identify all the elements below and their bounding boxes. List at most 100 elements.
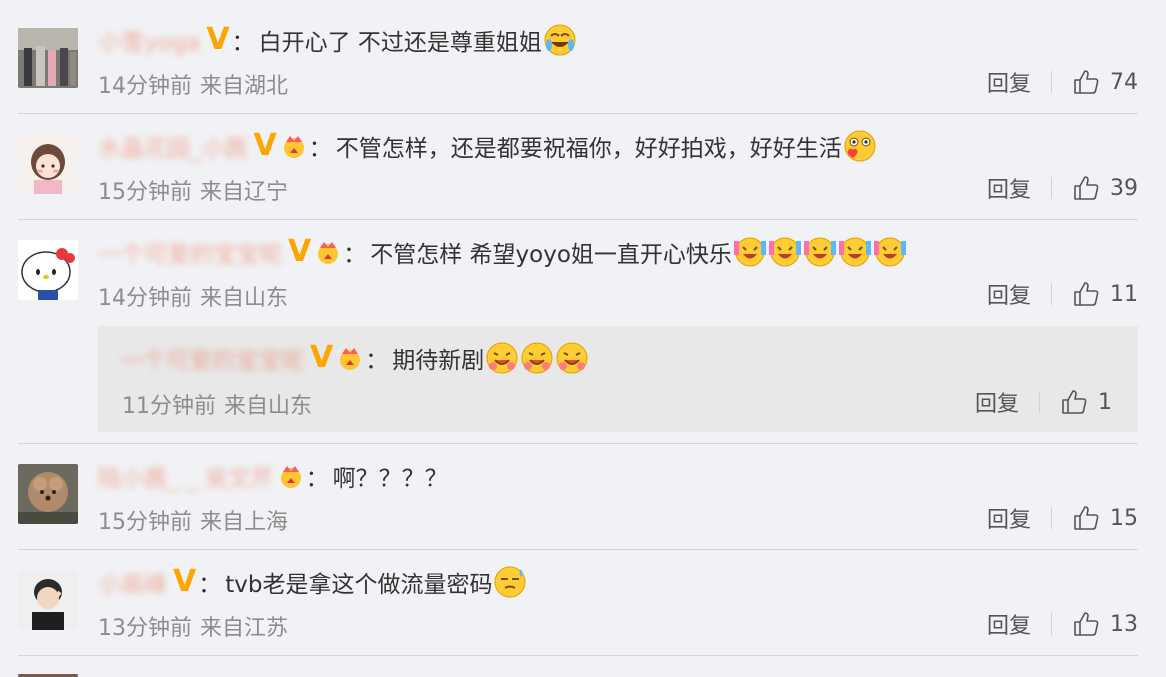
laugh-cry-emoji <box>544 24 576 56</box>
reply-button[interactable]: 回复 <box>987 278 1031 310</box>
reply-button[interactable]: 回复 <box>987 502 1031 534</box>
like-count: 11 <box>1110 281 1138 307</box>
sweat-emoji <box>494 566 526 598</box>
username-link[interactable]: 一个可爱的宝宝呢 <box>120 341 304 375</box>
avatar[interactable] <box>18 464 78 524</box>
comment-actions: 回复 13 <box>987 606 1138 642</box>
like-count: 74 <box>1110 69 1138 95</box>
reply-thread: 一个可爱的宝宝呢 V ： 期待新剧 11分钟前 来自山东 回复 1 <box>98 326 1138 432</box>
comment-actions: 回复 1 <box>975 384 1112 420</box>
cheer-emoji <box>803 237 836 267</box>
hug-emoji <box>486 342 518 374</box>
like-count: 15 <box>1110 505 1138 531</box>
comment-line: 一个可爱的宝宝呢 V ： 期待新剧 <box>120 338 589 378</box>
thumbs-up-icon[interactable] <box>1072 174 1100 202</box>
thumbs-up-icon[interactable] <box>1072 610 1100 638</box>
thumbs-up-icon[interactable] <box>1072 280 1100 308</box>
hug-emoji <box>521 342 553 374</box>
action-divider <box>1051 177 1052 199</box>
comment-time: 13分钟前 <box>98 616 192 641</box>
vip-crown-icon <box>318 242 339 264</box>
vip-crown-icon <box>283 136 304 158</box>
verified-v-icon: V <box>206 22 230 57</box>
comment-location: 来自辽宁 <box>200 180 289 205</box>
username-link[interactable]: 陆小茜_ _ 吴文芹 <box>98 459 274 493</box>
comment-actions: 回复 11 <box>987 276 1138 312</box>
comment-item-partial <box>0 668 1166 677</box>
action-divider <box>1039 391 1040 413</box>
comment-text: 不管怎样，还是都要祝福你，好好拍戏，好好生活 <box>335 136 842 162</box>
action-divider <box>1051 71 1052 93</box>
reply-button[interactable]: 回复 <box>987 608 1031 640</box>
action-divider <box>1051 283 1052 305</box>
comment-location: 来自山东 <box>200 286 289 311</box>
verified-v-icon: V <box>253 128 277 163</box>
comment-actions: 回复 74 <box>987 64 1138 100</box>
comment-line: 小雪yoga V ： 白开心了 不过还是尊重姐姐 <box>98 20 577 60</box>
comment-text: 白开心了 不过还是尊重姐姐 <box>258 30 542 56</box>
comment-meta: 14分钟前 来自山东 <box>98 280 288 312</box>
comment-actions: 回复 39 <box>987 170 1138 206</box>
reply-button[interactable]: 回复 <box>987 172 1031 204</box>
comment-location: 来自湖北 <box>200 74 289 99</box>
comment-location: 来自上海 <box>200 510 289 535</box>
thumbs-up-icon[interactable] <box>1072 504 1100 532</box>
comment-meta: 15分钟前 来自上海 <box>98 504 288 536</box>
vip-crown-icon <box>340 348 361 370</box>
like-count: 39 <box>1110 175 1138 201</box>
cheer-emoji <box>733 237 766 267</box>
cheer-emoji <box>768 237 801 267</box>
comment-meta: 11分钟前 来自山东 <box>122 388 312 420</box>
thumbs-up-icon[interactable] <box>1072 68 1100 96</box>
comment-time: 15分钟前 <box>98 180 192 205</box>
comment-time: 15分钟前 <box>98 510 192 535</box>
username-link[interactable]: 一个可爱的宝宝呢 <box>98 235 282 269</box>
comment-location: 来自江苏 <box>200 616 289 641</box>
comment-line: 一个可爱的宝宝呢 V ： 不管怎样 希望yoyo姐一直开心快乐 <box>98 232 907 272</box>
thumbs-up-icon[interactable] <box>1060 388 1088 416</box>
heart-eyes-emoji <box>844 130 876 162</box>
comment-meta: 15分钟前 来自辽宁 <box>98 174 288 206</box>
colon: ： <box>305 466 329 492</box>
verified-v-icon: V <box>288 234 312 269</box>
colon: ： <box>343 242 367 268</box>
divider <box>18 549 1138 550</box>
divider <box>18 443 1138 444</box>
avatar[interactable] <box>18 570 78 630</box>
reply-button[interactable]: 回复 <box>987 66 1031 98</box>
username-link[interactable]: 小高峰 <box>98 565 167 599</box>
reply-button[interactable]: 回复 <box>975 386 1019 418</box>
comment-meta: 14分钟前 来自湖北 <box>98 68 288 100</box>
colon: ： <box>365 348 389 374</box>
cheer-emoji <box>873 237 906 267</box>
comment-text: 啊？？？？ <box>332 466 448 492</box>
colon: ： <box>308 136 332 162</box>
verified-v-icon: V <box>173 564 197 599</box>
like-count: 13 <box>1110 611 1138 637</box>
like-count: 1 <box>1098 389 1112 415</box>
username-link[interactable]: 小雪yoga <box>98 23 200 57</box>
comment-actions: 回复 15 <box>987 500 1138 536</box>
comment-time: 14分钟前 <box>98 286 192 311</box>
comment-line: 水晶花园_小茜 V ： 不管怎样，还是都要祝福你，好好拍戏，好好生活 <box>98 126 877 166</box>
verified-v-icon: V <box>310 340 334 375</box>
colon: ： <box>198 572 222 598</box>
avatar[interactable] <box>18 240 78 300</box>
comment-text: 不管怎样 希望yoyo姐一直开心快乐 <box>370 242 732 268</box>
avatar[interactable] <box>18 28 78 88</box>
divider <box>18 655 1138 656</box>
comment-time: 11分钟前 <box>122 394 216 419</box>
comment-line: 小高峰 V ： tvb老是拿这个做流量密码 <box>98 562 527 602</box>
hug-emoji <box>556 342 588 374</box>
cheer-emoji <box>838 237 871 267</box>
divider <box>18 219 1138 220</box>
comment-meta: 13分钟前 来自江苏 <box>98 610 288 642</box>
comment-location: 来自山东 <box>224 394 313 419</box>
avatar[interactable] <box>18 134 78 194</box>
comment-time: 14分钟前 <box>98 74 192 99</box>
colon: ： <box>231 30 255 56</box>
username-link[interactable]: 水晶花园_小茜 <box>98 129 248 163</box>
comment-line: 陆小茜_ _ 吴文芹 ： 啊？？？？ <box>98 456 448 496</box>
divider <box>18 113 1138 114</box>
action-divider <box>1051 507 1052 529</box>
